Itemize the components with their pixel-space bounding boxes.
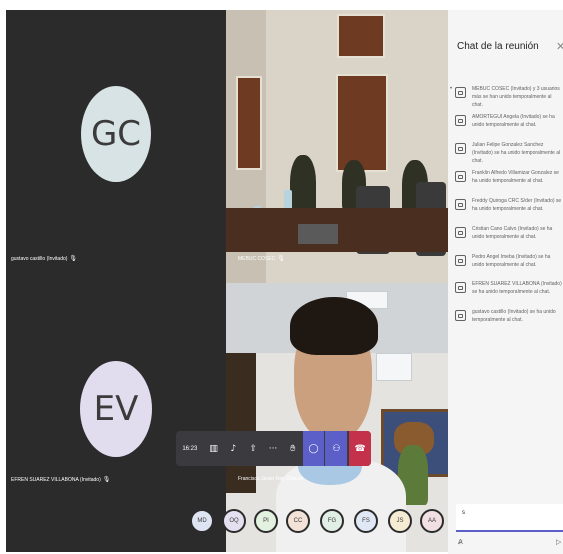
video-tile-mebuc[interactable]: MEBUC COSEC 🎙︎ xyxy=(226,10,448,283)
chat-system-message: gustavo castillo (Invitado) se ha unido … xyxy=(455,308,563,324)
participant-name-label: EFREN SUAREZ VILLABONA (Invitado) 🎙︎ xyxy=(11,476,110,483)
people-icon[interactable]: ⚇ xyxy=(325,431,348,466)
roster-avatar[interactable]: FS xyxy=(354,509,378,533)
close-icon[interactable]: ✕ xyxy=(556,40,563,53)
chat-system-message: EFREN SUAREZ VILLABONA (Invitado) se ha … xyxy=(455,280,563,296)
ceiling-light xyxy=(376,353,412,381)
more-icon[interactable]: ··· xyxy=(263,431,283,466)
window xyxy=(337,14,385,58)
roster-initials: JS xyxy=(396,518,404,524)
roster-avatar[interactable]: MD xyxy=(190,509,214,533)
call-toolbar: 16:23 ▥ ♪ ⇧ ··· ✋︎ ◯ ⚇ ☎ xyxy=(176,431,371,466)
video-tile-gustavo[interactable]: GC gustavo castillo (Invitado) 🎙︎ xyxy=(6,10,226,283)
chat-join-icon xyxy=(455,171,466,182)
share-icon[interactable]: ⇧ xyxy=(243,431,263,466)
mic-off-icon: 🎙︎ xyxy=(69,256,78,262)
participant-name-label: MEBUC COSEC 🎙︎ xyxy=(238,255,285,262)
participant-name: gustavo castillo (Invitado) xyxy=(11,256,68,262)
roster-initials: CC xyxy=(293,518,303,524)
unread-dot: • xyxy=(450,86,453,92)
chat-system-message: Franklin Alfredo Villamizar Gonzalez se … xyxy=(455,169,563,185)
laptop xyxy=(298,224,338,244)
chat-message-text: Freddy Quiroga CRC S/der (Invitado) se h… xyxy=(472,198,562,212)
door xyxy=(236,76,262,170)
roster-avatar[interactable]: PI xyxy=(254,509,278,533)
avatar-initials: GC xyxy=(90,114,142,154)
chat-system-message: Freddy Quiroga CRC S/der (Invitado) se h… xyxy=(455,197,563,213)
participant-name: MEBUC COSEC xyxy=(238,256,276,262)
chat-message-text: Cristian Cano Calvo (Invitado) se ha uni… xyxy=(472,226,553,240)
chat-join-icon xyxy=(455,310,466,321)
roster-avatar[interactable]: OQ xyxy=(222,509,246,533)
chat-title: Chat de la reunión xyxy=(457,41,539,52)
chat-system-message: Julian Felipe Gonzalez Sanchez (Invitado… xyxy=(455,141,563,165)
chat-system-message: Pedro Angel Imeba (Invitado) se ha unido… xyxy=(455,253,563,269)
chat-join-icon xyxy=(455,87,466,98)
chat-icon[interactable]: ◯ xyxy=(302,431,325,466)
mic-off-icon[interactable]: ♪ xyxy=(224,431,244,466)
chat-message-text: Franklin Alfredo Villamizar Gonzalez se … xyxy=(472,170,559,184)
roster-initials: AA xyxy=(427,518,436,524)
roster-avatar[interactable]: JS xyxy=(388,509,412,533)
participant-name: Francisco Javier Rey Chacon xyxy=(238,476,304,482)
chat-message-text: gustavo castillo (Invitado) se ha unido … xyxy=(472,309,556,323)
hang-up-icon[interactable]: ☎ xyxy=(349,431,371,466)
chat-system-message: AMORTEGUI Angela (Invitado) se ha unido … xyxy=(455,113,563,129)
roster-avatar[interactable]: CC xyxy=(286,509,310,533)
roster-initials: FG xyxy=(327,518,337,524)
send-icon[interactable]: ▷ xyxy=(556,538,561,546)
chat-message-text: EFREN SUAREZ VILLABONA (Invitado) se ha … xyxy=(472,281,562,295)
door xyxy=(336,74,388,172)
chat-message-text: Pedro Angel Imeba (Invitado) se ha unido… xyxy=(472,254,551,268)
chat-join-icon xyxy=(455,282,466,293)
call-timer: 16:23 xyxy=(182,445,198,452)
format-icon[interactable]: A̷ xyxy=(458,538,463,546)
chat-message-text: Julian Felipe Gonzalez Sanchez (Invitado… xyxy=(472,142,561,164)
chat-system-message: Cristian Cano Calvo (Invitado) se ha uni… xyxy=(455,225,563,241)
mic-off-icon: 🎙︎ xyxy=(102,477,111,483)
avatar-ev: EV xyxy=(80,361,152,457)
person-hair xyxy=(290,297,378,355)
chat-input[interactable]: s xyxy=(462,510,465,516)
chat-join-icon xyxy=(455,199,466,210)
participant-name-label: gustavo castillo (Invitado) 🎙︎ xyxy=(11,255,77,262)
roster-avatar[interactable]: FG xyxy=(320,509,344,533)
chat-panel: Chat de la reunión ✕ • MEBUC COSEC (Invi… xyxy=(448,10,563,554)
chat-join-icon xyxy=(455,227,466,238)
chat-system-message: MEBUC COSEC (Invitado) y 3 usuarios más … xyxy=(455,85,563,109)
chat-message-text: MEBUC COSEC (Invitado) y 3 usuarios más … xyxy=(472,86,560,108)
avatar-gc: GC xyxy=(81,86,151,182)
chat-join-icon xyxy=(455,115,466,126)
chat-join-icon xyxy=(455,143,466,154)
roster-initials: FS xyxy=(362,518,370,524)
raise-hand-icon[interactable]: ✋︎ xyxy=(283,431,303,466)
chat-compose-box[interactable]: s xyxy=(456,504,563,532)
roster-initials: MD xyxy=(197,518,207,524)
chat-join-icon xyxy=(455,255,466,266)
participant-name: EFREN SUAREZ VILLABONA (Invitado) xyxy=(11,477,101,483)
avatar-initials: EV xyxy=(93,389,139,429)
chat-message-text: AMORTEGUI Angela (Invitado) se ha unido … xyxy=(472,114,555,128)
camera-icon[interactable]: ▥ xyxy=(204,431,224,466)
roster-initials: OQ xyxy=(229,518,239,524)
door xyxy=(226,353,256,493)
participant-name-label: Francisco Javier Rey Chacon xyxy=(238,476,303,482)
roster-initials: PI xyxy=(263,518,269,524)
person xyxy=(290,155,316,215)
roster-avatar[interactable]: AA xyxy=(420,509,444,533)
mic-off-icon: 🎙︎ xyxy=(277,256,285,262)
